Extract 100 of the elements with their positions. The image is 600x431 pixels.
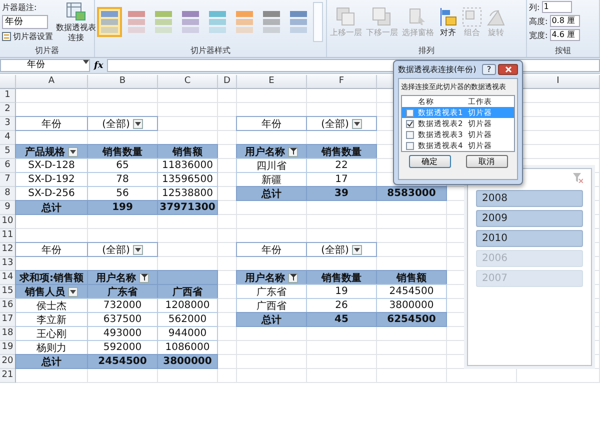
column-header[interactable]: B	[88, 75, 158, 89]
dropdown-button[interactable]	[132, 244, 143, 254]
slicer-settings-button[interactable]: 切片器设置	[2, 31, 53, 42]
row-header[interactable]: 18	[0, 327, 16, 341]
row-header[interactable]: 19	[0, 341, 16, 355]
name-box[interactable]: 年份	[0, 59, 90, 72]
cell-text: 广东省	[256, 286, 286, 298]
row-header[interactable]: 3	[0, 117, 16, 131]
row-header[interactable]: 4	[0, 131, 16, 145]
row-header[interactable]: 14	[0, 271, 16, 285]
cell-text: 李立新	[36, 314, 66, 326]
cell-text: SX-D-128	[28, 160, 75, 171]
caret-icon	[83, 60, 89, 64]
checkbox[interactable]	[406, 130, 414, 138]
slicer-item[interactable]: 2008	[476, 190, 583, 207]
dropdown-button[interactable]	[132, 118, 143, 128]
cell-text: 493000	[103, 328, 142, 339]
row-header[interactable]: 17	[0, 313, 16, 327]
cell-text: 杨则力	[36, 342, 66, 354]
column-header[interactable]: D	[218, 75, 237, 89]
cell-text: 产品规格	[25, 146, 65, 158]
row-header[interactable]: 9	[0, 201, 16, 215]
cell-text: (全部)	[321, 244, 349, 256]
caption-label: 片器题注:	[2, 2, 38, 13]
caret-icon	[70, 150, 76, 154]
row-header[interactable]: 20	[0, 355, 16, 369]
close-button[interactable]	[498, 64, 518, 75]
empty-cell	[307, 355, 377, 369]
row-header[interactable]: 15	[0, 285, 16, 299]
empty-cell	[237, 201, 307, 215]
dropdown-button[interactable]	[68, 146, 78, 156]
row-header[interactable]: 1	[0, 89, 16, 103]
filter-button[interactable]	[288, 146, 298, 156]
cell-text: 944000	[168, 328, 207, 339]
cell-text: 26	[335, 300, 348, 311]
caret-icon	[134, 248, 141, 252]
row-header[interactable]: 13	[0, 257, 16, 271]
empty-cell	[88, 369, 158, 383]
cell-text: 2454500	[389, 286, 434, 297]
column-header[interactable]: F	[307, 75, 377, 89]
size-field[interactable]: 4.6 厘	[550, 29, 580, 41]
row-header[interactable]: 8	[0, 187, 16, 201]
size-field[interactable]: 1	[542, 1, 572, 13]
cell-text: 新疆	[262, 174, 282, 186]
help-button[interactable]: ?	[482, 64, 496, 75]
group-label: 按钮	[554, 45, 572, 57]
cell-text: 王心刚	[36, 328, 66, 340]
slicer-item[interactable]: 2010	[476, 230, 583, 247]
caret-icon	[134, 122, 141, 126]
empty-cell	[158, 229, 218, 243]
row-header[interactable]: 2	[0, 103, 16, 117]
filter-button[interactable]	[288, 272, 298, 282]
cell-text: 销售人员	[25, 286, 65, 298]
cell-text: 637500	[103, 314, 142, 325]
cell-text: 56	[116, 188, 129, 199]
cell-text: 39	[334, 188, 348, 199]
row-header[interactable]: 11	[0, 229, 16, 243]
dropdown-button[interactable]	[352, 118, 362, 128]
row-header[interactable]: 12	[0, 243, 16, 257]
caption-field[interactable]: 年份	[2, 15, 48, 29]
dialog-button[interactable]: 取消	[466, 155, 508, 168]
fx-label[interactable]: fx	[94, 60, 104, 70]
bring-forward-icon	[336, 7, 356, 27]
empty-cell	[237, 369, 307, 383]
size-field[interactable]: 0.8 厘	[550, 15, 580, 27]
select-all-corner[interactable]	[0, 75, 16, 89]
filter-button[interactable]	[139, 272, 149, 282]
arrange-button[interactable]: 对齐	[437, 7, 459, 37]
pivot-connections-button[interactable]: 数据透视表 连接	[55, 2, 97, 42]
cell-text: 总计	[262, 188, 282, 200]
group-label: 排列	[418, 45, 436, 57]
slicer-style-thumbnail[interactable]	[97, 7, 122, 37]
cell-text: 求和项:销售额	[20, 271, 84, 284]
dialog-button[interactable]: 确定	[408, 155, 450, 168]
empty-cell	[307, 201, 377, 215]
checkbox[interactable]	[406, 120, 414, 128]
row-header[interactable]: 6	[0, 159, 16, 173]
cell-text: 37971300	[160, 202, 216, 213]
column-header[interactable]: E	[237, 75, 307, 89]
slicer-item[interactable]: 2009	[476, 210, 583, 227]
dropdown-button[interactable]	[68, 286, 78, 296]
column-header[interactable]: C	[158, 75, 218, 89]
cell-text: 销售数量	[322, 272, 362, 284]
checkbox[interactable]	[406, 142, 414, 150]
row-header[interactable]: 10	[0, 215, 16, 229]
checkbox[interactable]	[406, 108, 414, 116]
clear-filter-icon[interactable]	[573, 173, 583, 183]
cell-text: 销售额	[172, 145, 202, 158]
row-header[interactable]: 5	[0, 145, 16, 159]
cell-text: 78	[116, 174, 129, 185]
cell-text: 总计	[42, 202, 62, 214]
dropdown-button[interactable]	[352, 244, 362, 254]
column-header[interactable]: A	[16, 75, 88, 89]
row-header[interactable]: 16	[0, 299, 16, 313]
align-icon	[438, 7, 458, 27]
row-header[interactable]: 21	[0, 369, 16, 383]
row-header[interactable]: 7	[0, 173, 16, 187]
cell-text: (全部)	[102, 244, 130, 256]
cell-text: 广西省	[256, 300, 286, 312]
cell-text: 45	[334, 314, 348, 325]
